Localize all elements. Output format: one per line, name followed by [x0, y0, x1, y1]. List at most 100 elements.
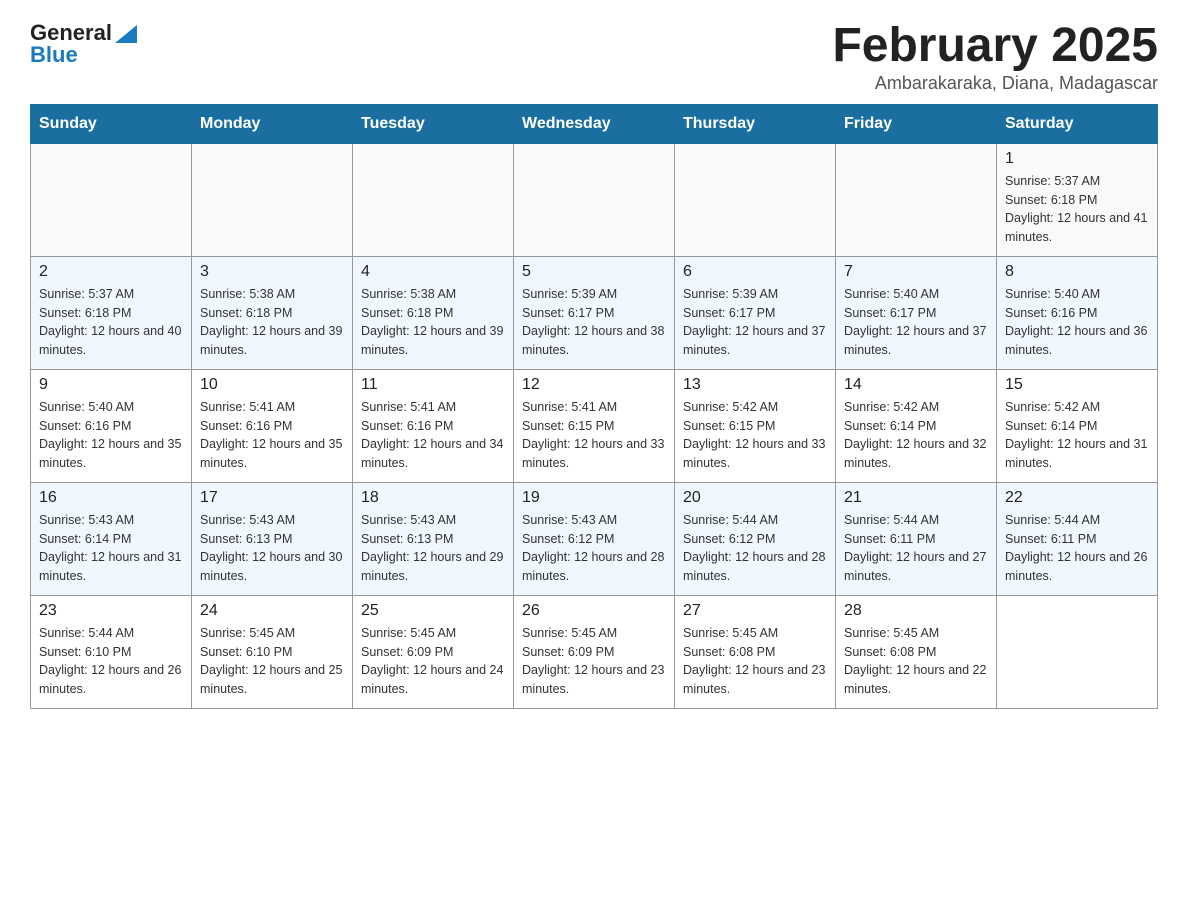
- calendar-cell: [353, 143, 514, 256]
- day-info: Sunrise: 5:42 AMSunset: 6:15 PMDaylight:…: [683, 398, 827, 473]
- calendar-cell: 8Sunrise: 5:40 AMSunset: 6:16 PMDaylight…: [997, 256, 1158, 369]
- day-info: Sunrise: 5:45 AMSunset: 6:08 PMDaylight:…: [844, 624, 988, 699]
- calendar-week-row: 16 Sunrise: 5:43 AMSunset: 6:14 PMDayligh…: [31, 482, 1158, 595]
- day-number: 9: [39, 376, 183, 394]
- calendar-cell: 23 Sunrise: 5:44 AMSunset: 6:10 PMDayligh…: [31, 595, 192, 708]
- day-info: Sunrise: 5:45 AMSunset: 6:08 PMDaylight:…: [683, 624, 827, 699]
- day-info: Sunrise: 5:45 AMSunset: 6:10 PMDaylight:…: [200, 624, 344, 699]
- day-info: Sunrise: 5:40 AMSunset: 6:16 PMDaylight:…: [1005, 285, 1149, 360]
- calendar-cell: 16 Sunrise: 5:43 AMSunset: 6:14 PMDayligh…: [31, 482, 192, 595]
- calendar-cell: 27 Sunrise: 5:45 AMSunset: 6:08 PMDayligh…: [675, 595, 836, 708]
- logo: General Blue: [30, 20, 137, 68]
- calendar-cell: 9 Sunrise: 5:40 AMSunset: 6:16 PMDaylight…: [31, 369, 192, 482]
- day-info: Sunrise: 5:39 AMSunset: 6:17 PMDaylight:…: [522, 285, 666, 360]
- calendar-cell: 10 Sunrise: 5:41 AMSunset: 6:16 PMDayligh…: [192, 369, 353, 482]
- day-number: 7: [844, 263, 988, 281]
- day-info: Sunrise: 5:45 AMSunset: 6:09 PMDaylight:…: [522, 624, 666, 699]
- calendar-cell: 14 Sunrise: 5:42 AMSunset: 6:14 PMDayligh…: [836, 369, 997, 482]
- calendar-cell: 13 Sunrise: 5:42 AMSunset: 6:15 PMDayligh…: [675, 369, 836, 482]
- day-number: 20: [683, 489, 827, 507]
- day-info: Sunrise: 5:45 AMSunset: 6:09 PMDaylight:…: [361, 624, 505, 699]
- calendar-cell: 7 Sunrise: 5:40 AMSunset: 6:17 PMDaylight…: [836, 256, 997, 369]
- calendar-cell: 6 Sunrise: 5:39 AMSunset: 6:17 PMDaylight…: [675, 256, 836, 369]
- calendar-cell: 1 Sunrise: 5:37 AMSunset: 6:18 PMDaylight…: [997, 143, 1158, 256]
- day-info: Sunrise: 5:41 AMSunset: 6:16 PMDaylight:…: [361, 398, 505, 473]
- calendar-cell: [997, 595, 1158, 708]
- calendar-cell: 5 Sunrise: 5:39 AMSunset: 6:17 PMDaylight…: [514, 256, 675, 369]
- calendar-cell: 20 Sunrise: 5:44 AMSunset: 6:12 PMDayligh…: [675, 482, 836, 595]
- day-info: Sunrise: 5:43 AMSunset: 6:13 PMDaylight:…: [361, 511, 505, 586]
- calendar-cell: [192, 143, 353, 256]
- calendar-cell: 21Sunrise: 5:44 AMSunset: 6:11 PMDayligh…: [836, 482, 997, 595]
- calendar-cell: 12 Sunrise: 5:41 AMSunset: 6:15 PMDayligh…: [514, 369, 675, 482]
- day-info: Sunrise: 5:42 AMSunset: 6:14 PMDaylight:…: [1005, 398, 1149, 473]
- calendar-cell: 4 Sunrise: 5:38 AMSunset: 6:18 PMDaylight…: [353, 256, 514, 369]
- calendar-cell: 24 Sunrise: 5:45 AMSunset: 6:10 PMDayligh…: [192, 595, 353, 708]
- title-area: February 2025 Ambarakaraka, Diana, Madag…: [832, 20, 1158, 94]
- day-info: Sunrise: 5:41 AMSunset: 6:15 PMDaylight:…: [522, 398, 666, 473]
- day-info: Sunrise: 5:43 AMSunset: 6:13 PMDaylight:…: [200, 511, 344, 586]
- calendar-cell: [675, 143, 836, 256]
- location-subtitle: Ambarakaraka, Diana, Madagascar: [832, 73, 1158, 94]
- day-info: Sunrise: 5:40 AMSunset: 6:16 PMDaylight:…: [39, 398, 183, 473]
- calendar-header-row: SundayMondayTuesdayWednesdayThursdayFrid…: [31, 104, 1158, 143]
- day-number: 26: [522, 602, 666, 620]
- calendar-week-row: 23 Sunrise: 5:44 AMSunset: 6:10 PMDayligh…: [31, 595, 1158, 708]
- calendar-cell: 28 Sunrise: 5:45 AMSunset: 6:08 PMDayligh…: [836, 595, 997, 708]
- calendar-cell: 15 Sunrise: 5:42 AMSunset: 6:14 PMDayligh…: [997, 369, 1158, 482]
- day-number: 1: [1005, 150, 1149, 168]
- day-number: 28: [844, 602, 988, 620]
- calendar-week-row: 9 Sunrise: 5:40 AMSunset: 6:16 PMDaylight…: [31, 369, 1158, 482]
- calendar-week-row: 1 Sunrise: 5:37 AMSunset: 6:18 PMDaylight…: [31, 143, 1158, 256]
- day-info: Sunrise: 5:37 AMSunset: 6:18 PMDaylight:…: [1005, 172, 1149, 247]
- header-friday: Friday: [836, 104, 997, 143]
- day-info: Sunrise: 5:38 AMSunset: 6:18 PMDaylight:…: [200, 285, 344, 360]
- day-info: Sunrise: 5:41 AMSunset: 6:16 PMDaylight:…: [200, 398, 344, 473]
- day-number: 12: [522, 376, 666, 394]
- day-number: 4: [361, 263, 505, 281]
- calendar-cell: [836, 143, 997, 256]
- calendar-cell: 19 Sunrise: 5:43 AMSunset: 6:12 PMDayligh…: [514, 482, 675, 595]
- day-number: 6: [683, 263, 827, 281]
- day-info: Sunrise: 5:44 AMSunset: 6:11 PMDaylight:…: [844, 511, 988, 586]
- day-info: Sunrise: 5:40 AMSunset: 6:17 PMDaylight:…: [844, 285, 988, 360]
- day-number: 23: [39, 602, 183, 620]
- calendar-cell: [514, 143, 675, 256]
- day-number: 5: [522, 263, 666, 281]
- day-number: 13: [683, 376, 827, 394]
- calendar-cell: 11 Sunrise: 5:41 AMSunset: 6:16 PMDayligh…: [353, 369, 514, 482]
- header-sunday: Sunday: [31, 104, 192, 143]
- calendar-cell: 18 Sunrise: 5:43 AMSunset: 6:13 PMDayligh…: [353, 482, 514, 595]
- day-info: Sunrise: 5:44 AMSunset: 6:11 PMDaylight:…: [1005, 511, 1149, 586]
- day-number: 27: [683, 602, 827, 620]
- day-number: 16: [39, 489, 183, 507]
- day-number: 18: [361, 489, 505, 507]
- day-number: 24: [200, 602, 344, 620]
- calendar-week-row: 2Sunrise: 5:37 AMSunset: 6:18 PMDaylight…: [31, 256, 1158, 369]
- day-info: Sunrise: 5:44 AMSunset: 6:10 PMDaylight:…: [39, 624, 183, 699]
- day-info: Sunrise: 5:38 AMSunset: 6:18 PMDaylight:…: [361, 285, 505, 360]
- day-number: 10: [200, 376, 344, 394]
- day-number: 19: [522, 489, 666, 507]
- page-header: General Blue February 2025 Ambarakaraka,…: [30, 20, 1158, 94]
- day-number: 11: [361, 376, 505, 394]
- header-monday: Monday: [192, 104, 353, 143]
- day-number: 15: [1005, 376, 1149, 394]
- day-info: Sunrise: 5:43 AMSunset: 6:12 PMDaylight:…: [522, 511, 666, 586]
- day-number: 22: [1005, 489, 1149, 507]
- day-info: Sunrise: 5:44 AMSunset: 6:12 PMDaylight:…: [683, 511, 827, 586]
- day-number: 14: [844, 376, 988, 394]
- calendar-cell: 17 Sunrise: 5:43 AMSunset: 6:13 PMDayligh…: [192, 482, 353, 595]
- calendar-cell: 2Sunrise: 5:37 AMSunset: 6:18 PMDaylight…: [31, 256, 192, 369]
- day-number: 3: [200, 263, 344, 281]
- day-number: 17: [200, 489, 344, 507]
- day-info: Sunrise: 5:39 AMSunset: 6:17 PMDaylight:…: [683, 285, 827, 360]
- logo-blue: Blue: [30, 42, 78, 68]
- header-saturday: Saturday: [997, 104, 1158, 143]
- day-info: Sunrise: 5:42 AMSunset: 6:14 PMDaylight:…: [844, 398, 988, 473]
- month-title: February 2025: [832, 20, 1158, 73]
- calendar-table: SundayMondayTuesdayWednesdayThursdayFrid…: [30, 104, 1158, 709]
- header-wednesday: Wednesday: [514, 104, 675, 143]
- day-info: Sunrise: 5:43 AMSunset: 6:14 PMDaylight:…: [39, 511, 183, 586]
- day-number: 2: [39, 263, 183, 281]
